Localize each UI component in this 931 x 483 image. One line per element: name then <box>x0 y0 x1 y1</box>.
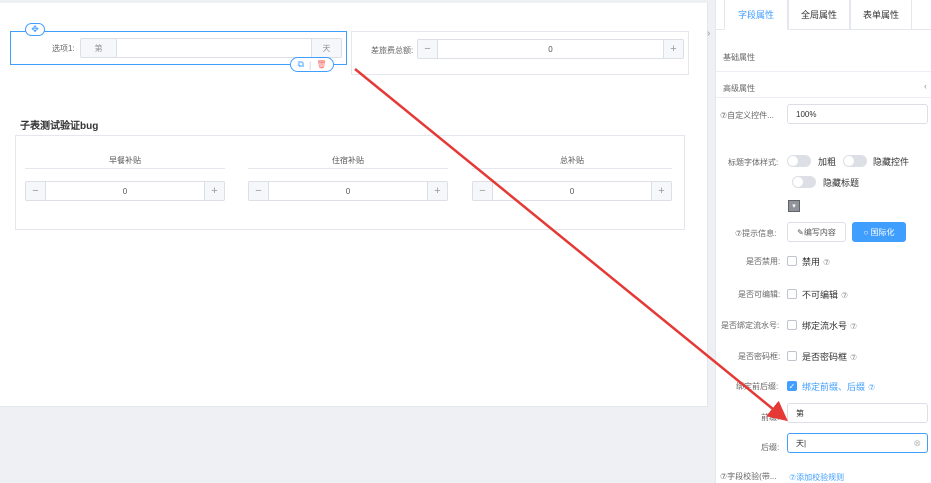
advanced-section-title[interactable]: 高级属性 <box>723 83 755 94</box>
tab-form-props[interactable]: 表单属性 <box>850 0 912 30</box>
disabled-text: 禁用 ⑦ <box>802 255 830 268</box>
help-icon[interactable]: ⑦ <box>850 322 857 331</box>
subtable-col-lodging: 住宿补贴 <box>332 156 364 165</box>
suffix-input[interactable]: 天| ⊗ <box>787 433 928 453</box>
total-plus-button[interactable]: + <box>651 182 671 200</box>
serial-checkbox[interactable] <box>787 320 797 330</box>
edit-content-button[interactable]: ✎编写内容 <box>787 222 846 242</box>
disabled-text-label: 禁用 <box>802 257 821 267</box>
affix-text: 绑定前缀、后缀 ⑦ <box>802 380 875 393</box>
bold-toggle[interactable] <box>787 155 811 167</box>
serial-text-label: 绑定流水号 <box>802 321 848 331</box>
canvas-top-strip <box>0 0 708 3</box>
col-divider <box>248 168 448 169</box>
tip-label: ⑦提示信息: <box>735 229 777 238</box>
title-style-label: 标题字体样式: <box>728 158 779 167</box>
lodging-plus-button[interactable]: + <box>427 182 447 200</box>
expand-section-icon[interactable]: ‹ <box>924 81 927 91</box>
password-text: 是否密码框 ⑦ <box>802 350 857 363</box>
delete-icon[interactable]: 🗑 <box>316 60 326 69</box>
total-stepper[interactable]: − 0 + <box>472 181 672 201</box>
travel-total-label: 差旅费总额: <box>371 46 414 55</box>
readonly-label: 是否可编辑: <box>738 290 781 299</box>
clear-icon[interactable]: ⊗ <box>913 438 921 449</box>
prefix-label: 前缀: <box>761 413 780 422</box>
password-text-label: 是否密码框 <box>802 352 848 362</box>
hide-title-label: 隐藏标题 <box>823 178 860 188</box>
lodging-value: 0 <box>345 186 351 196</box>
bold-label: 加粗 <box>818 157 837 167</box>
add-rule-link[interactable]: ⑦添加校验规则 <box>789 472 844 483</box>
breakfast-plus-button[interactable]: + <box>204 182 224 200</box>
option1-input[interactable]: 第 天 <box>80 38 342 58</box>
affix-label: 绑定前后缀: <box>736 382 779 391</box>
help-icon[interactable]: ⑦ <box>868 383 875 392</box>
prefix-input[interactable]: 第 <box>787 403 928 423</box>
breakfast-value: 0 <box>122 186 128 196</box>
toolbar-divider: | <box>308 59 312 70</box>
tab-field-props[interactable]: 字段属性 <box>724 0 788 30</box>
custom-width-label: ⑦自定义控件... <box>720 111 774 120</box>
readonly-text-label: 不可编辑 <box>802 290 839 300</box>
color-picker-icon[interactable]: ▾ <box>788 200 800 212</box>
option1-prefix: 第 <box>81 39 117 57</box>
subtable-col-breakfast: 早餐补贴 <box>109 156 141 165</box>
serial-label: 是否绑定流水号: <box>721 321 780 330</box>
help-icon[interactable]: ⑦ <box>841 291 848 300</box>
tab-global-props[interactable]: 全局属性 <box>788 0 850 30</box>
total-value: 0 <box>569 186 575 196</box>
travel-total-value: 0 <box>548 44 553 54</box>
collapse-panel-icon[interactable]: › <box>707 28 710 39</box>
affix-checkbox[interactable]: ✓ <box>787 381 797 391</box>
custom-width-input[interactable]: 100% <box>787 104 928 124</box>
travel-total-stepper[interactable]: − 0 + <box>417 39 684 59</box>
section-divider <box>716 71 931 72</box>
disabled-checkbox[interactable] <box>787 256 797 266</box>
basic-section-title[interactable]: 基础属性 <box>723 52 755 63</box>
field-toolbar: ⧉ | 🗑 <box>290 57 334 72</box>
password-label: 是否密码框: <box>738 352 781 361</box>
option1-suffix: 天 <box>311 39 341 57</box>
col-divider <box>25 168 225 169</box>
subtable-title: 子表测试验证bug <box>20 121 99 132</box>
breakfast-stepper[interactable]: − 0 + <box>25 181 225 201</box>
help-icon[interactable]: ⑦ <box>823 258 830 267</box>
section-divider <box>716 97 931 98</box>
help-icon[interactable]: ⑦ <box>850 353 857 362</box>
suffix-label: 后缀: <box>761 443 780 452</box>
hide-title-toggle[interactable] <box>792 176 816 188</box>
readonly-checkbox[interactable] <box>787 289 797 299</box>
subtable-col-total: 总补贴 <box>560 156 584 165</box>
panel-tabs: 字段属性 全局属性 表单属性 <box>716 0 931 30</box>
option1-label: 选项1: <box>52 44 75 53</box>
copy-icon[interactable]: ⧉ <box>298 59 304 70</box>
hide-control-label: 隐藏控件 <box>873 157 910 167</box>
disabled-label: 是否禁用: <box>746 257 781 266</box>
lodging-stepper[interactable]: − 0 + <box>248 181 448 201</box>
validate-label: ⑦字段校验(带... <box>720 471 777 482</box>
hide-control-toggle[interactable] <box>843 155 867 167</box>
readonly-text: 不可编辑 ⑦ <box>802 288 848 301</box>
affix-text-label: 绑定前缀、后缀 <box>802 382 866 392</box>
drag-move-icon[interactable]: ✥ <box>25 23 45 36</box>
travel-plus-button[interactable]: + <box>663 40 683 58</box>
serial-text: 绑定流水号 ⑦ <box>802 319 857 332</box>
password-checkbox[interactable] <box>787 351 797 361</box>
col-divider <box>472 168 672 169</box>
i18n-button[interactable]: ○ 国际化 <box>852 222 906 242</box>
suffix-value: 天| <box>796 438 807 448</box>
validate-label-text: ⑦字段校验(带... <box>720 472 777 481</box>
